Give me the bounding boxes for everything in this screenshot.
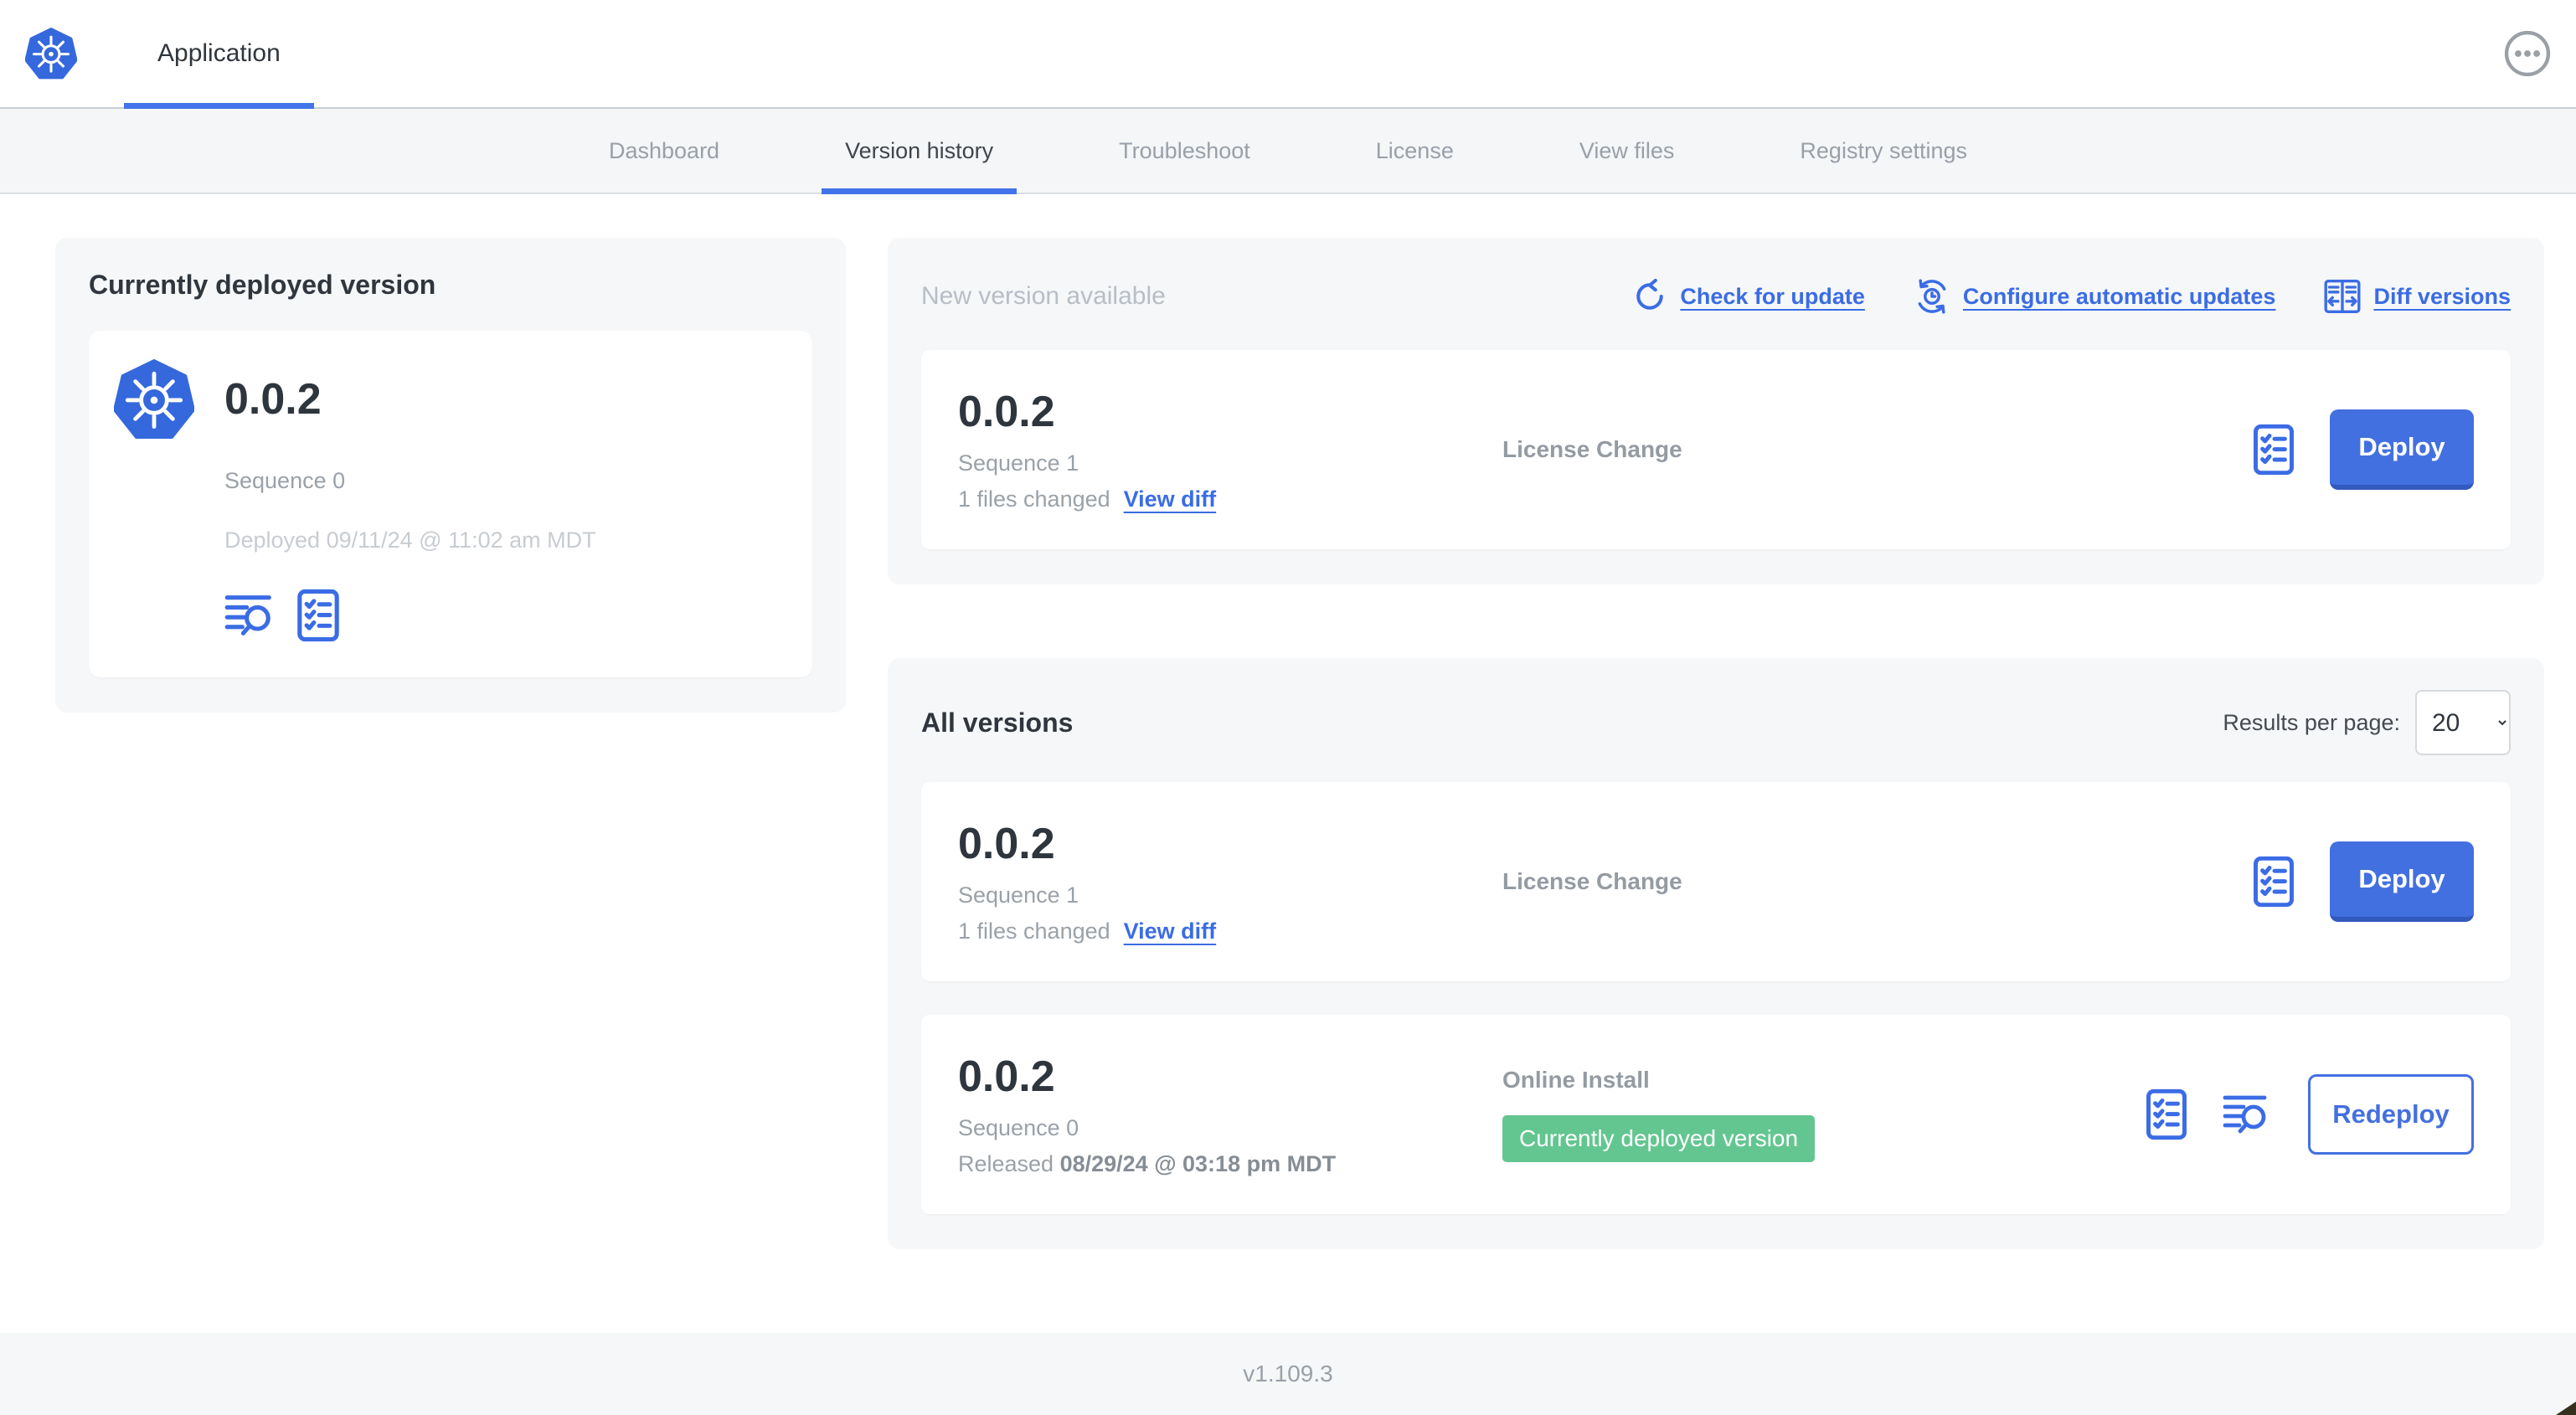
logs-search-icon bbox=[224, 592, 278, 639]
main-content: Currently deployed version 0.0.2 Sequenc… bbox=[0, 194, 2576, 1249]
cursor-artifact bbox=[2556, 1402, 2576, 1415]
current-version-number: 0.0.2 bbox=[224, 375, 322, 424]
row-sequence: Sequence 1 bbox=[958, 882, 1079, 908]
row-source-label: Online Install bbox=[1502, 1067, 1650, 1093]
results-per-page-select[interactable]: 20 bbox=[2415, 690, 2511, 755]
subnav: Dashboard Version history Troubleshoot L… bbox=[0, 109, 2576, 194]
preflight-checks-button[interactable] bbox=[2253, 856, 2295, 908]
tab-version-history[interactable]: Version history bbox=[822, 109, 1018, 194]
row-version-number: 0.0.2 bbox=[958, 388, 1055, 436]
right-column: New version available Check for update C… bbox=[888, 238, 2544, 1249]
view-diff-link[interactable]: View diff bbox=[1124, 918, 1217, 944]
row-source-label: License Change bbox=[1502, 436, 1682, 462]
footer: v1.109.3 bbox=[0, 1333, 2576, 1415]
check-for-update-link[interactable]: Check for update bbox=[1632, 279, 1865, 314]
deploy-logs-button[interactable] bbox=[224, 592, 278, 639]
version-row: 0.0.2 Sequence 0 Released 08/29/24 @ 03:… bbox=[921, 1015, 2511, 1214]
row-files-changed: 1 files changed View diff bbox=[958, 918, 1217, 944]
footer-version: v1.109.3 bbox=[1243, 1361, 1333, 1387]
results-per-page-label: Results per page: bbox=[2223, 709, 2400, 735]
kubernetes-logo-icon bbox=[25, 28, 77, 80]
deploy-logs-button[interactable] bbox=[2223, 1093, 2273, 1136]
tab-view-files[interactable]: View files bbox=[1556, 109, 1698, 193]
current-version-card: Currently deployed version 0.0.2 Sequenc… bbox=[55, 238, 846, 713]
new-version-card: New version available Check for update C… bbox=[888, 238, 2544, 584]
row-sequence: Sequence 1 bbox=[958, 450, 1079, 476]
tab-dashboard[interactable]: Dashboard bbox=[585, 109, 743, 193]
row-sequence: Sequence 0 bbox=[958, 1115, 1079, 1140]
row-released-date: Released 08/29/24 @ 03:18 pm MDT bbox=[958, 1151, 1337, 1176]
current-version-box: 0.0.2 Sequence 0 Deployed 09/11/24 @ 11:… bbox=[89, 331, 812, 677]
checklist-icon bbox=[296, 589, 340, 642]
deploy-button[interactable]: Deploy bbox=[2330, 841, 2474, 922]
view-diff-link[interactable]: View diff bbox=[1124, 486, 1217, 512]
preflight-checks-button[interactable] bbox=[2253, 424, 2295, 476]
tab-troubleshoot[interactable]: Troubleshoot bbox=[1095, 109, 1274, 193]
deploy-button[interactable]: Deploy bbox=[2330, 409, 2474, 490]
tab-license[interactable]: License bbox=[1352, 109, 1477, 193]
new-version-title: New version available bbox=[921, 282, 1166, 310]
app-tab-label: Application bbox=[157, 39, 281, 67]
row-version-number: 0.0.2 bbox=[958, 820, 1055, 868]
version-row: 0.0.2 Sequence 1 1 files changed View dif… bbox=[921, 350, 2511, 549]
current-version-title: Currently deployed version bbox=[89, 270, 436, 300]
ellipsis-icon bbox=[2502, 28, 2553, 79]
current-version-deployed-date: Deployed 09/11/24 @ 11:02 am MDT bbox=[224, 527, 596, 553]
redeploy-button[interactable]: Redeploy bbox=[2308, 1074, 2474, 1155]
row-version-number: 0.0.2 bbox=[958, 1052, 1055, 1101]
currently-deployed-badge: Currently deployed version bbox=[1502, 1115, 1816, 1162]
tab-registry-settings[interactable]: Registry settings bbox=[1776, 109, 1991, 193]
diff-icon bbox=[2324, 279, 2361, 314]
all-versions-title: All versions bbox=[921, 707, 1074, 738]
all-versions-card: All versions Results per page: 20 0.0.2 … bbox=[888, 658, 2544, 1249]
kubernetes-app-icon bbox=[114, 359, 194, 440]
app-tab-application[interactable]: Application bbox=[124, 0, 314, 109]
checklist-icon bbox=[2253, 856, 2295, 908]
current-version-sequence: Sequence 0 bbox=[224, 468, 346, 493]
row-files-changed: 1 files changed View diff bbox=[958, 486, 1217, 512]
overflow-menu-button[interactable] bbox=[2502, 28, 2553, 79]
preflight-checks-button[interactable] bbox=[296, 589, 340, 642]
row-source-label: License Change bbox=[1502, 868, 1682, 894]
refresh-icon bbox=[1632, 279, 1667, 314]
version-row: 0.0.2 Sequence 1 1 files changed View dif… bbox=[921, 782, 2511, 981]
schedule-update-icon bbox=[1914, 278, 1950, 315]
logs-search-icon bbox=[2223, 1093, 2273, 1136]
preflight-checks-button[interactable] bbox=[2146, 1088, 2187, 1140]
checklist-icon bbox=[2253, 424, 2295, 476]
configure-automatic-updates-link[interactable]: Configure automatic updates bbox=[1914, 278, 2275, 315]
diff-versions-link[interactable]: Diff versions bbox=[2324, 279, 2511, 314]
checklist-icon bbox=[2146, 1088, 2187, 1140]
current-version-meta: Sequence 0 Deployed 09/11/24 @ 11:02 am … bbox=[224, 440, 787, 642]
app-header: Application bbox=[0, 0, 2576, 109]
